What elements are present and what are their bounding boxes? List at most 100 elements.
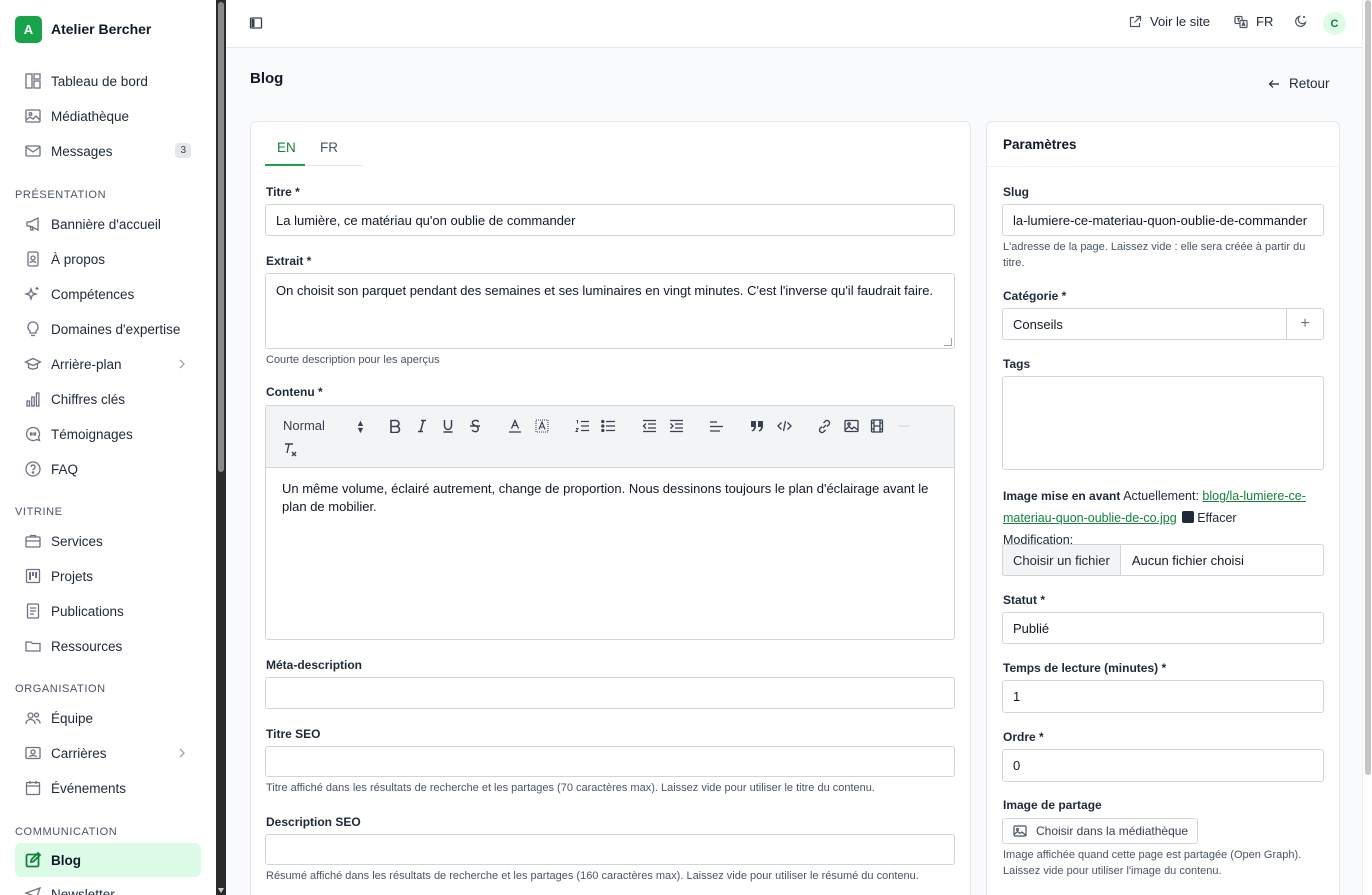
formula-button[interactable] — [896, 418, 912, 434]
align-button[interactable] — [708, 418, 724, 434]
settings-title: Paramètres — [1003, 137, 1077, 152]
settings-divider — [987, 166, 1339, 167]
tags-input[interactable] — [1002, 376, 1324, 470]
tab-fr[interactable]: FR — [320, 140, 338, 155]
sidebar-item-label: Compétences — [51, 286, 135, 302]
sidebar-item-team[interactable]: Équipe — [15, 701, 201, 735]
back-button[interactable]: Retour — [1267, 76, 1330, 91]
sidebar-item-newsletter[interactable]: Newsletter — [15, 877, 201, 895]
page-title: Blog — [250, 70, 284, 87]
id-card-icon — [25, 746, 41, 760]
sidebar-item-key-figures[interactable]: Chiffres clés — [15, 382, 201, 416]
sidebar-item-label: Services — [51, 533, 103, 549]
text-color-icon — [509, 419, 521, 433]
format-select[interactable]: Normal ▲ ▼ — [283, 418, 365, 436]
sidebar-item-services[interactable]: Services — [15, 524, 201, 558]
status-select[interactable]: Publié — [1002, 612, 1324, 644]
sidebar-item-skills[interactable]: Compétences — [15, 277, 201, 311]
video-button[interactable] — [869, 418, 885, 434]
reading-time-input[interactable]: 1 — [1002, 680, 1324, 713]
add-category-button[interactable]: + — [1286, 308, 1324, 340]
title-input[interactable]: La lumière, ce matériau qu'on oublie de … — [265, 204, 955, 236]
sidebar-item-testimonials[interactable]: Témoignages — [15, 417, 201, 451]
slug-input[interactable]: la-lumiere-ce-materiau-quon-oublie-de-co… — [1002, 204, 1324, 236]
link-icon — [818, 419, 830, 433]
translate-icon — [1234, 15, 1248, 28]
content-label: Contenu * — [266, 385, 323, 399]
outdent-icon — [642, 419, 656, 433]
moon-icon — [1295, 15, 1307, 27]
brand[interactable]: A Atelier Bercher — [0, 0, 216, 58]
sidebar-item-background[interactable]: Arrière-plan — [15, 347, 201, 381]
sidebar-scrollbar[interactable] — [216, 0, 226, 895]
ordered-list-button[interactable] — [574, 418, 590, 434]
send-icon — [24, 886, 42, 895]
users-icon — [25, 712, 41, 725]
language-switcher[interactable]: FR — [1234, 14, 1273, 29]
outdent-button[interactable] — [641, 418, 657, 434]
clear-format-button[interactable] — [282, 441, 298, 457]
order-input[interactable]: 0 — [1002, 749, 1324, 782]
slug-label: Slug — [1003, 185, 1029, 199]
bold-button[interactable] — [387, 418, 403, 434]
page-scrollbar[interactable] — [1362, 0, 1372, 895]
page-scrollbar-thumb[interactable] — [1365, 0, 1371, 775]
sidebar-toggle-icon[interactable] — [249, 16, 263, 30]
view-site-link[interactable]: Voir le site — [1128, 14, 1210, 29]
select-caret-icon: ▲ ▼ — [356, 418, 365, 435]
seo-description-input[interactable] — [265, 834, 955, 865]
language-label: FR — [1256, 14, 1274, 29]
sidebar: A Atelier Bercher Tableau de bord Médiat… — [0, 0, 216, 895]
underline-button[interactable] — [440, 418, 456, 434]
sidebar-item-about[interactable]: À propos — [15, 242, 201, 276]
editor-content[interactable]: Un même volume, éclairé autrement, chang… — [282, 480, 942, 516]
strike-button[interactable] — [467, 418, 483, 434]
excerpt-label: Extrait * — [266, 254, 312, 268]
avatar[interactable]: C — [1323, 12, 1346, 35]
featured-image-file-input[interactable]: Choisir un fichier Aucun fichier choisi — [1002, 544, 1324, 576]
indent-button[interactable] — [668, 418, 684, 434]
link-button[interactable] — [816, 418, 832, 434]
sidebar-item-faq[interactable]: FAQ — [15, 452, 201, 486]
sidebar-item-publications[interactable]: Publications — [15, 594, 201, 628]
view-site-label: Voir le site — [1150, 14, 1210, 29]
choose-file-button[interactable]: Choisir un fichier — [1003, 545, 1121, 575]
category-select[interactable]: Conseils — [1002, 308, 1287, 340]
language-tabs: EN FR — [265, 132, 363, 166]
sidebar-item-events[interactable]: Événements — [15, 771, 201, 805]
clear-checkbox[interactable] — [1182, 511, 1195, 523]
sidebar-item-blog[interactable]: Blog — [15, 843, 201, 877]
blockquote-button[interactable] — [749, 418, 765, 434]
image-button[interactable] — [843, 418, 859, 434]
italic-button[interactable] — [414, 418, 430, 434]
sidebar-item-dashboard[interactable]: Tableau de bord — [15, 64, 201, 98]
theme-toggle[interactable] — [1294, 14, 1316, 28]
scroll-down-arrow[interactable] — [218, 888, 224, 893]
sidebar-item-banner[interactable]: Bannière d'accueil — [15, 207, 201, 241]
featured-image-label: Image mise en avant — [1003, 489, 1121, 503]
bullet-list-button[interactable] — [600, 418, 616, 434]
resize-handle[interactable] — [944, 338, 952, 346]
choose-from-media-button[interactable]: Choisir dans la médiathèque — [1002, 818, 1198, 844]
code-button[interactable] — [776, 418, 792, 434]
editor-toolbar: Normal ▲ ▼ — [266, 406, 954, 468]
excerpt-textarea[interactable]: On choisit son parquet pendant des semai… — [265, 273, 955, 349]
excerpt-text: On choisit son parquet pendant des semai… — [276, 283, 934, 298]
sidebar-item-resources[interactable]: Ressources — [15, 629, 201, 663]
highlight-button[interactable] — [534, 418, 550, 434]
seo-title-input[interactable] — [265, 746, 955, 777]
image-icon — [25, 109, 41, 123]
sidebar-item-label: Tableau de bord — [51, 73, 148, 89]
sidebar-item-media[interactable]: Médiathèque — [15, 99, 201, 133]
sidebar-item-messages[interactable]: Messages 3 — [15, 134, 201, 168]
meta-description-input[interactable] — [265, 677, 955, 709]
sidebar-scrollbar-thumb[interactable] — [218, 2, 224, 472]
sidebar-item-expertise[interactable]: Domaines d'expertise — [15, 312, 201, 346]
sidebar-item-projects[interactable]: Projets — [15, 559, 201, 593]
file-name: Aucun fichier choisi — [1131, 552, 1244, 568]
sidebar-item-careers[interactable]: Carrières — [15, 736, 201, 770]
sidebar-item-label: Ressources — [51, 638, 123, 654]
topbar: Voir le site FR C — [226, 0, 1362, 48]
text-color-button[interactable] — [507, 418, 523, 434]
tab-en[interactable]: EN — [277, 140, 296, 155]
